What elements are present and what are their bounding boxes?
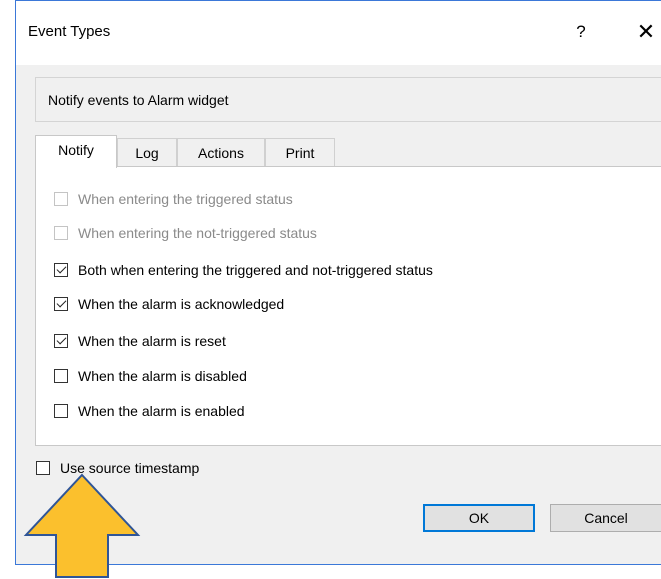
up-arrow-icon (23, 473, 141, 578)
notify-tab-panel: When entering the triggered status When … (35, 166, 661, 446)
tab-notify[interactable]: Notify (35, 135, 117, 168)
checkbox[interactable] (54, 404, 68, 418)
option-label: When entering the not-triggered status (78, 225, 317, 241)
option-disabled[interactable]: When the alarm is disabled (54, 365, 247, 387)
option-label: Both when entering the triggered and not… (78, 262, 433, 278)
title-bar: Event Types ? ✕ (16, 1, 661, 65)
option-entering-not-triggered[interactable]: When entering the not-triggered status (54, 222, 317, 244)
checkbox[interactable] (54, 334, 68, 348)
checkbox[interactable] (54, 192, 68, 206)
dialog-title: Event Types (28, 23, 111, 40)
option-label: When the alarm is disabled (78, 368, 247, 384)
checkbox[interactable] (54, 369, 68, 383)
help-button[interactable]: ? (566, 17, 596, 47)
close-button[interactable]: ✕ (631, 17, 661, 47)
option-acknowledged[interactable]: When the alarm is acknowledged (54, 293, 284, 315)
tab-actions[interactable]: Actions (177, 138, 265, 166)
description-text: Notify events to Alarm widget (48, 92, 229, 108)
option-label: When the alarm is acknowledged (78, 296, 285, 312)
option-label: When entering the triggered status (78, 191, 293, 207)
option-enabled[interactable]: When the alarm is enabled (54, 400, 245, 422)
ok-button[interactable]: OK (423, 504, 535, 532)
option-both-statuses[interactable]: Both when entering the triggered and not… (54, 259, 433, 281)
option-label: When the alarm is reset (78, 333, 226, 349)
checkbox[interactable] (54, 263, 68, 277)
option-reset[interactable]: When the alarm is reset (54, 330, 226, 352)
checkbox[interactable] (54, 226, 68, 240)
option-entering-triggered[interactable]: When entering the triggered status (54, 188, 293, 210)
option-label: When the alarm is enabled (78, 403, 245, 419)
cancel-button[interactable]: Cancel (550, 504, 661, 532)
checkbox[interactable] (54, 297, 68, 311)
tab-print[interactable]: Print (265, 138, 335, 166)
tab-bar: Notify Log Actions Print (35, 135, 661, 168)
tab-log[interactable]: Log (117, 138, 177, 166)
description-box: Notify events to Alarm widget (35, 77, 661, 122)
